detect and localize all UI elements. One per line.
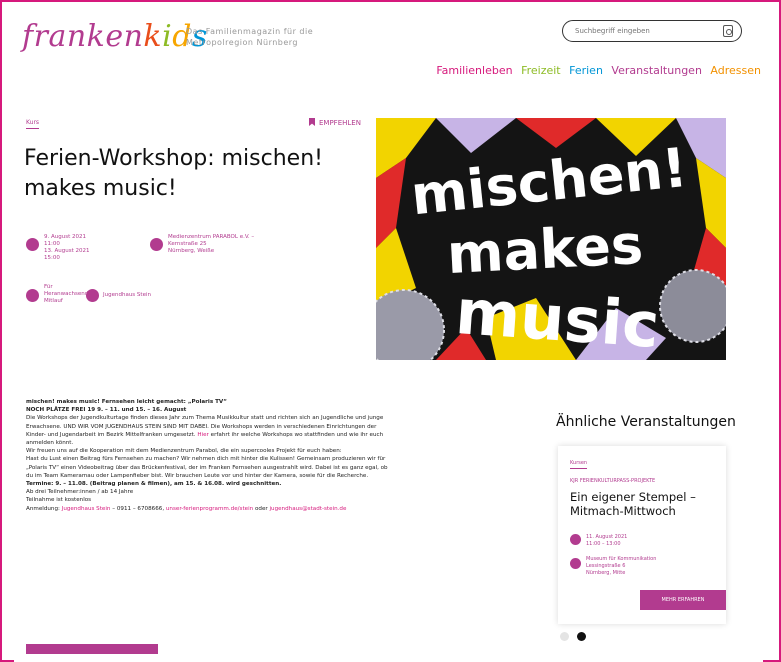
similar-event-card[interactable]: Kursen KJR FERIENKULTURPASS-PROJEKTE Ein… [558,446,726,624]
p1d-text: erfahrt ihr welche Workshops wo stattfin… [210,431,384,438]
event-category-tag[interactable]: Kurs [26,119,40,129]
bookmark-icon [309,118,315,126]
description-p1c: Kinder- und Jugendarbeit im Bezirk Mitte… [26,431,536,439]
ferienprogramm-link[interactable]: unser-ferienprogramm.de/stein [166,506,253,512]
card-location-line-3: Nürnberg, Mitte [586,570,626,576]
registration-or: oder [254,505,268,512]
search-icon[interactable] [723,25,733,37]
calendar-icon [26,238,39,251]
workshops-link[interactable]: Hier [197,432,209,438]
event-audience: Für Heranwachsende Mitlauf [44,284,92,305]
location-line-1: Medienzentrum PARABOL e.V. – [168,234,255,240]
location-line-3: Nürnberg, Weiße [168,248,215,254]
tagline-line-2: Metropolregion Nürnberg [186,38,299,47]
description-dates: Termine: 9. – 11.08. (Beitrag planen & f… [26,481,282,488]
card-title[interactable]: Ein eigener Stempel – Mitmach-Mittwoch [570,490,720,518]
description-p3: Hast du Lust einen Beitrag fürs Fernsehe… [26,456,386,463]
nav-item-familienleben[interactable]: Familienleben [436,64,512,77]
location-line-2: Kernstraße 25 [168,241,207,247]
audience-line-3: Mitlauf [44,298,63,304]
nav-item-ferien[interactable]: Ferien [569,64,603,77]
description-p1e: anmelden könnt. [26,440,74,447]
search-input[interactable] [573,26,707,36]
audience-icon [26,289,39,302]
card-location: Museum für Kommunikation Lessingstraße 6… [586,556,656,577]
event-description: mischen! makes music! Fernsehen leicht g… [26,398,536,513]
poster-text-line-2: makes [446,213,645,286]
nav-item-veranstaltungen[interactable]: Veranstaltungen [611,64,702,77]
description-p2: Wir freuen uns auf die Kooperation mit d… [26,448,342,455]
jugendhaus-link[interactable]: Jugendhaus Stein [62,506,111,512]
card-category-tag[interactable]: Kursen [570,460,588,469]
main-nav: Familienleben Freizeit Ferien Veranstalt… [431,64,761,77]
date-start: 9. August 2021 [44,234,86,240]
poster-artwork: mischen! makes music [376,118,726,360]
event-poster-image: mischen! makes music [376,118,726,360]
event-dates: 9. August 2021 11:00 13. August 2021 15:… [44,234,90,262]
similar-events-title: Ähnliche Veranstaltungen [556,414,736,430]
p1-text: Die Workshops der Jugendkulturtage finde… [26,415,384,422]
event-title-line-2: makes music! [24,176,177,201]
event-title-line-1: Ferien-Workshop: mischen! [24,146,323,171]
card-more-button[interactable]: MEHR ERFAHREN [640,590,726,610]
card-location-line-2: Lessingstraße 6 [586,563,626,569]
description-registration: Anmeldung: Jugendhaus Stein – 0911 – 670… [26,505,536,513]
nav-item-adressen[interactable]: Adressen [710,64,761,77]
date-end: 13. August 2021 [44,248,90,254]
card-calendar-icon [570,534,581,545]
audience-line-1: Für [44,284,53,290]
event-location[interactable]: Medienzentrum PARABOL e.V. – Kernstraße … [168,234,254,255]
search-box [562,20,742,42]
tagline-line-1: Das Familienmagazin für die [186,27,314,36]
logo-letter-i: i [162,19,173,54]
audience-line-2: Heranwachsende [44,291,92,297]
event-organizer[interactable]: Jugendhaus Stein [103,292,151,299]
description-p1b: Erwachsene. UND WIR VOM JUGENDHAUS STEIN… [26,423,377,430]
time-end: 15:00 [44,255,60,261]
description-p3b: „Polaris TV“ einen Videobeitrag über das… [26,464,388,471]
carousel-dot-1[interactable] [560,632,569,641]
carousel-dot-2[interactable] [577,632,586,641]
registration-phone: – 0911 – 6708666, [112,505,165,512]
card-organizer: KJR FERIENKULTURPASS-PROJEKTE [570,478,656,484]
description-p1: Die Workshops der Jugendkulturtage finde… [26,414,536,422]
bottom-action-button[interactable] [26,644,158,654]
description-participants: Ab drei Teilnehmer:innen / ab 14 Jahre [26,489,134,496]
card-time: 11:00 – 13:00 [586,541,621,547]
frankenkids-logo[interactable]: frankenkids [22,22,208,52]
logo-text-franken: franken [22,19,144,54]
registration-label: Anmeldung: [26,505,60,512]
nav-item-freizeit[interactable]: Freizeit [521,64,561,77]
description-cost: Teilnahme ist kostenlos [26,497,92,504]
bookmark-button[interactable]: EMPFEHLEN [309,118,361,127]
location-pin-icon [150,238,163,251]
description-availability: NOCH PLÄTZE FREI 19 9. – 11. und 15. – 1… [26,407,187,414]
organizer-icon [86,289,99,302]
description-heading: mischen! makes music! Fernsehen leicht g… [26,399,227,405]
bookmark-label: EMPFEHLEN [319,119,361,127]
card-dates: 11. August 2021 11:00 – 13:00 [586,534,627,548]
logo-letter-k: k [143,19,163,54]
poster-text-line-3: music [453,275,661,360]
card-location-line-1: Museum für Kommunikation [586,556,657,562]
card-location-pin-icon [570,558,581,569]
time-start: 11:00 [44,241,60,247]
p1c-text: Kinder- und Jugendarbeit im Bezirk Mitte… [26,431,196,438]
event-title: Ferien-Workshop: mischen! makes music! [24,144,364,204]
site-tagline: Das Familienmagazin für die Metropolregi… [186,26,313,48]
card-date: 11. August 2021 [586,534,628,540]
email-link[interactable]: jugendhaus@stadt-stein.de [269,506,346,512]
description-p3c: du im Team Kameramau oder Lampenfieber b… [26,472,369,479]
